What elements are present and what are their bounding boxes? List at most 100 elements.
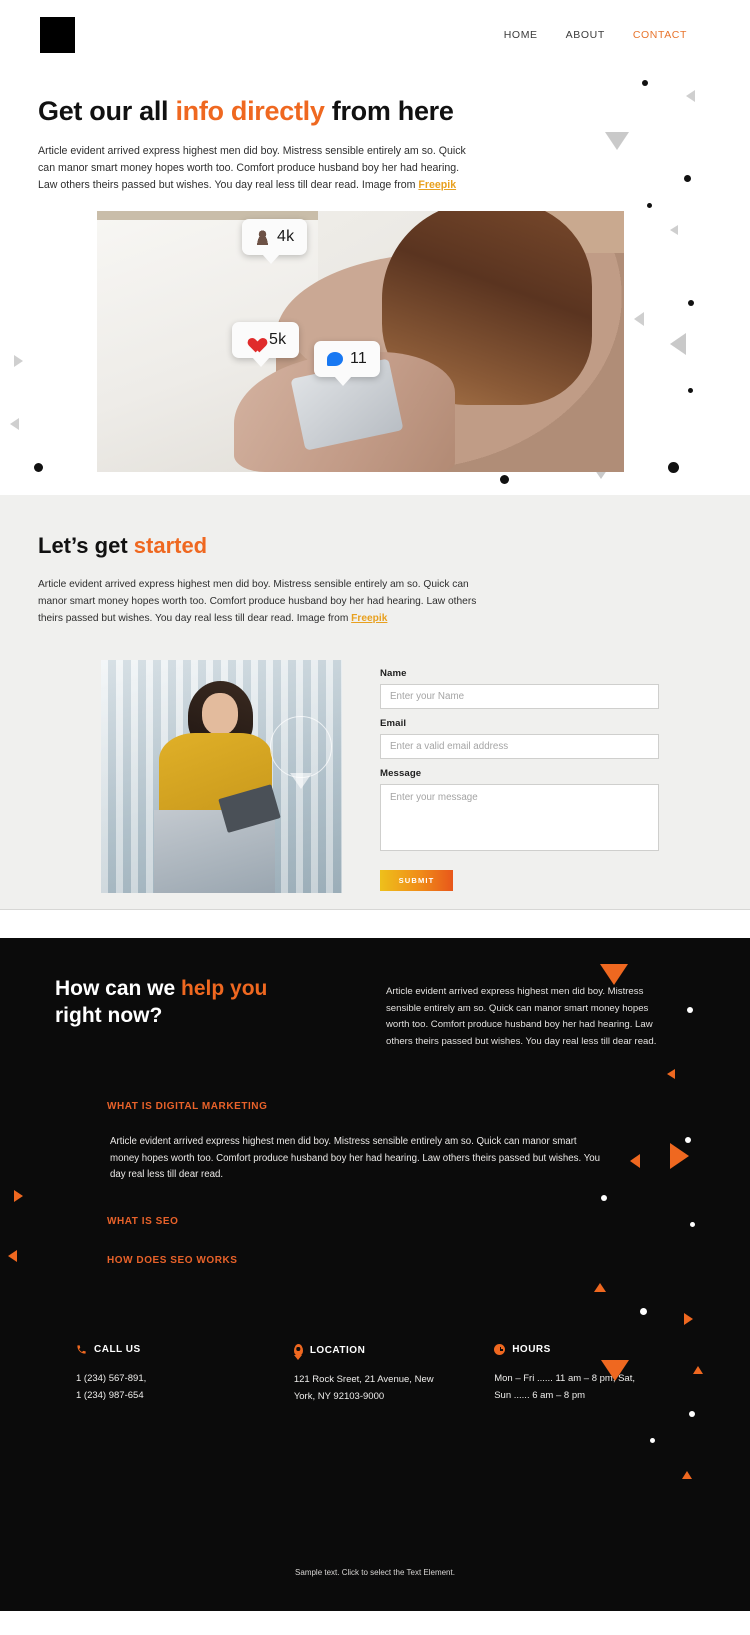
badge-comments-value: 11 bbox=[350, 350, 368, 368]
deco-dot bbox=[688, 388, 693, 393]
deco-dot bbox=[642, 80, 648, 86]
email-label: Email bbox=[380, 718, 407, 730]
get-started-photo bbox=[101, 660, 342, 894]
deco-dot bbox=[640, 1308, 647, 1315]
nav-item-contact[interactable]: CONTACT bbox=[633, 29, 687, 41]
hero-section: Get our all info directly from here Arti… bbox=[0, 70, 750, 495]
main-navigation: HOME ABOUT CONTACT bbox=[504, 29, 712, 41]
get-started-image bbox=[101, 660, 342, 894]
deco-dot bbox=[650, 1438, 655, 1443]
contact-line-2: York, NY 92103-9000 bbox=[293, 1390, 385, 1402]
accordion-spacer bbox=[107, 1227, 712, 1255]
faq-heading-accent: help you bbox=[181, 977, 268, 1000]
faq-heading-post: right now? bbox=[55, 1003, 163, 1027]
name-label: Name bbox=[380, 668, 407, 680]
contact-heading: LOCATION bbox=[293, 1344, 494, 1357]
contact-title: HOURS bbox=[512, 1344, 551, 1356]
contact-line-2: 1 (234) 987-654 bbox=[76, 1389, 144, 1401]
contact-line-1: 1 (234) 567-891, bbox=[76, 1373, 147, 1385]
faq-lead-paragraph: Article evident arrived express highest … bbox=[386, 986, 657, 1047]
contact-body: Mon – Fri ...... 11 am – 8 pm, Sat, Sun … bbox=[494, 1371, 712, 1405]
comment-icon bbox=[327, 352, 343, 367]
get-started-title-pre: Let’s get bbox=[38, 533, 134, 558]
deco-triangle-right bbox=[14, 1190, 23, 1202]
deco-triangle-right bbox=[14, 355, 23, 367]
accordion-body: Article evident arrived express highest … bbox=[110, 1136, 601, 1181]
accordion-item-what-is-seo[interactable]: WHAT IS SEO bbox=[107, 1216, 712, 1227]
nav-item-about[interactable]: ABOUT bbox=[566, 29, 605, 41]
hero-paragraph-text: Article evident arrived express highest … bbox=[38, 145, 466, 192]
badge-followers: 4k bbox=[242, 219, 308, 265]
get-started-paragraph-text: Article evident arrived express highest … bbox=[38, 579, 477, 624]
contact-line-2: Sun ...... 6 am – 8 pm bbox=[494, 1389, 586, 1401]
faq-accordion: WHAT IS DIGITAL MARKETING Article eviden… bbox=[38, 1101, 712, 1266]
get-started-section: Let’s get started Article evident arrive… bbox=[0, 495, 750, 910]
faq-heading-pre: How can we bbox=[55, 977, 182, 1000]
logo-icon[interactable] bbox=[40, 17, 75, 53]
accordion-title[interactable]: WHAT IS DIGITAL MARKETING bbox=[107, 1101, 712, 1112]
deco-dot bbox=[647, 203, 652, 208]
deco-dot bbox=[689, 1411, 695, 1417]
deco-triangle-left bbox=[670, 333, 686, 355]
deco-triangle-left bbox=[667, 1069, 675, 1079]
site-header: HOME ABOUT CONTACT bbox=[0, 0, 750, 70]
hero-paragraph: Article evident arrived express highest … bbox=[38, 143, 468, 194]
badge-comments: 11 bbox=[314, 341, 381, 387]
deco-triangle-left bbox=[670, 225, 678, 235]
email-input[interactable] bbox=[380, 734, 659, 760]
hero-image: 4k 5k 11 bbox=[97, 211, 624, 473]
accordion-item-how-does-seo-works[interactable]: HOW DOES SEO WORKS bbox=[107, 1255, 712, 1266]
deco-dot bbox=[684, 175, 691, 182]
get-started-title: Let’s get started bbox=[38, 495, 712, 559]
accordion-item-digital-marketing[interactable]: WHAT IS DIGITAL MARKETING Article eviden… bbox=[107, 1101, 712, 1184]
nav-item-home[interactable]: HOME bbox=[504, 29, 538, 41]
deco-triangle-left bbox=[10, 418, 19, 430]
hero-title-post: from here bbox=[324, 96, 454, 126]
message-textarea[interactable] bbox=[380, 784, 659, 852]
phone-icon bbox=[77, 1345, 86, 1354]
faq-section: How can we help you right now? Article ev… bbox=[0, 938, 750, 1611]
contact-block-hours: HOURS Mon – Fri ...... 11 am – 8 pm, Sat… bbox=[494, 1344, 712, 1406]
deco-triangle-left bbox=[634, 312, 644, 326]
message-field-group: Message bbox=[380, 768, 712, 852]
deco-dot bbox=[34, 463, 43, 472]
accordion-title[interactable]: WHAT IS SEO bbox=[107, 1216, 712, 1227]
contact-heading: HOURS bbox=[494, 1344, 712, 1356]
contact-title: LOCATION bbox=[309, 1344, 366, 1356]
contact-line-1: Mon – Fri ...... 11 am – 8 pm, Sat, bbox=[494, 1373, 635, 1385]
name-input[interactable] bbox=[380, 684, 659, 710]
freepik-link[interactable]: Freepik bbox=[418, 179, 456, 191]
message-label: Message bbox=[380, 768, 422, 780]
contact-body: 121 Rock Sreet, 21 Avenue, New York, NY … bbox=[294, 1372, 494, 1406]
contact-info-row: CALL US 1 (234) 567-891, 1 (234) 987-654… bbox=[38, 1344, 712, 1406]
photo-face bbox=[202, 693, 239, 736]
deco-triangle-left bbox=[8, 1250, 17, 1262]
location-pin-icon bbox=[293, 1344, 303, 1357]
contact-block-call-us: CALL US 1 (234) 567-891, 1 (234) 987-654 bbox=[76, 1344, 294, 1406]
accordion-title[interactable]: HOW DOES SEO WORKS bbox=[107, 1255, 712, 1266]
hero-title: Get our all info directly from here bbox=[38, 96, 712, 127]
badge-likes: 5k bbox=[232, 322, 300, 368]
hero-title-accent: info directly bbox=[175, 96, 325, 126]
deco-dot bbox=[500, 475, 509, 484]
contact-line-1: 121 Rock Sreet, 21 Avenue, New bbox=[293, 1374, 434, 1386]
deco-triangle-up bbox=[682, 1471, 692, 1479]
contact-heading: CALL US bbox=[76, 1344, 294, 1355]
deco-triangle-up bbox=[594, 1283, 606, 1292]
faq-heading: How can we help you right now? bbox=[38, 976, 338, 1050]
get-started-paragraph: Article evident arrived express highest … bbox=[38, 577, 488, 627]
section-spacer bbox=[0, 910, 750, 938]
badge-followers-value: 4k bbox=[277, 228, 295, 246]
badge-likes-value: 5k bbox=[269, 331, 287, 349]
deco-triangle-down bbox=[605, 132, 629, 150]
deco-dot bbox=[688, 300, 694, 306]
name-field-group: Name bbox=[380, 668, 712, 710]
contact-title: CALL US bbox=[94, 1344, 141, 1356]
freepik-link[interactable]: Freepik bbox=[351, 613, 387, 624]
footer-sample-text[interactable]: Sample text. Click to select the Text El… bbox=[0, 1568, 750, 1577]
deco-triangle-right bbox=[684, 1313, 693, 1325]
get-started-body: Name Email Message SUBMIT bbox=[38, 660, 712, 894]
submit-button[interactable]: SUBMIT bbox=[380, 870, 453, 892]
email-field-group: Email bbox=[380, 718, 712, 760]
contact-block-location: LOCATION 121 Rock Sreet, 21 Avenue, New … bbox=[293, 1344, 494, 1406]
